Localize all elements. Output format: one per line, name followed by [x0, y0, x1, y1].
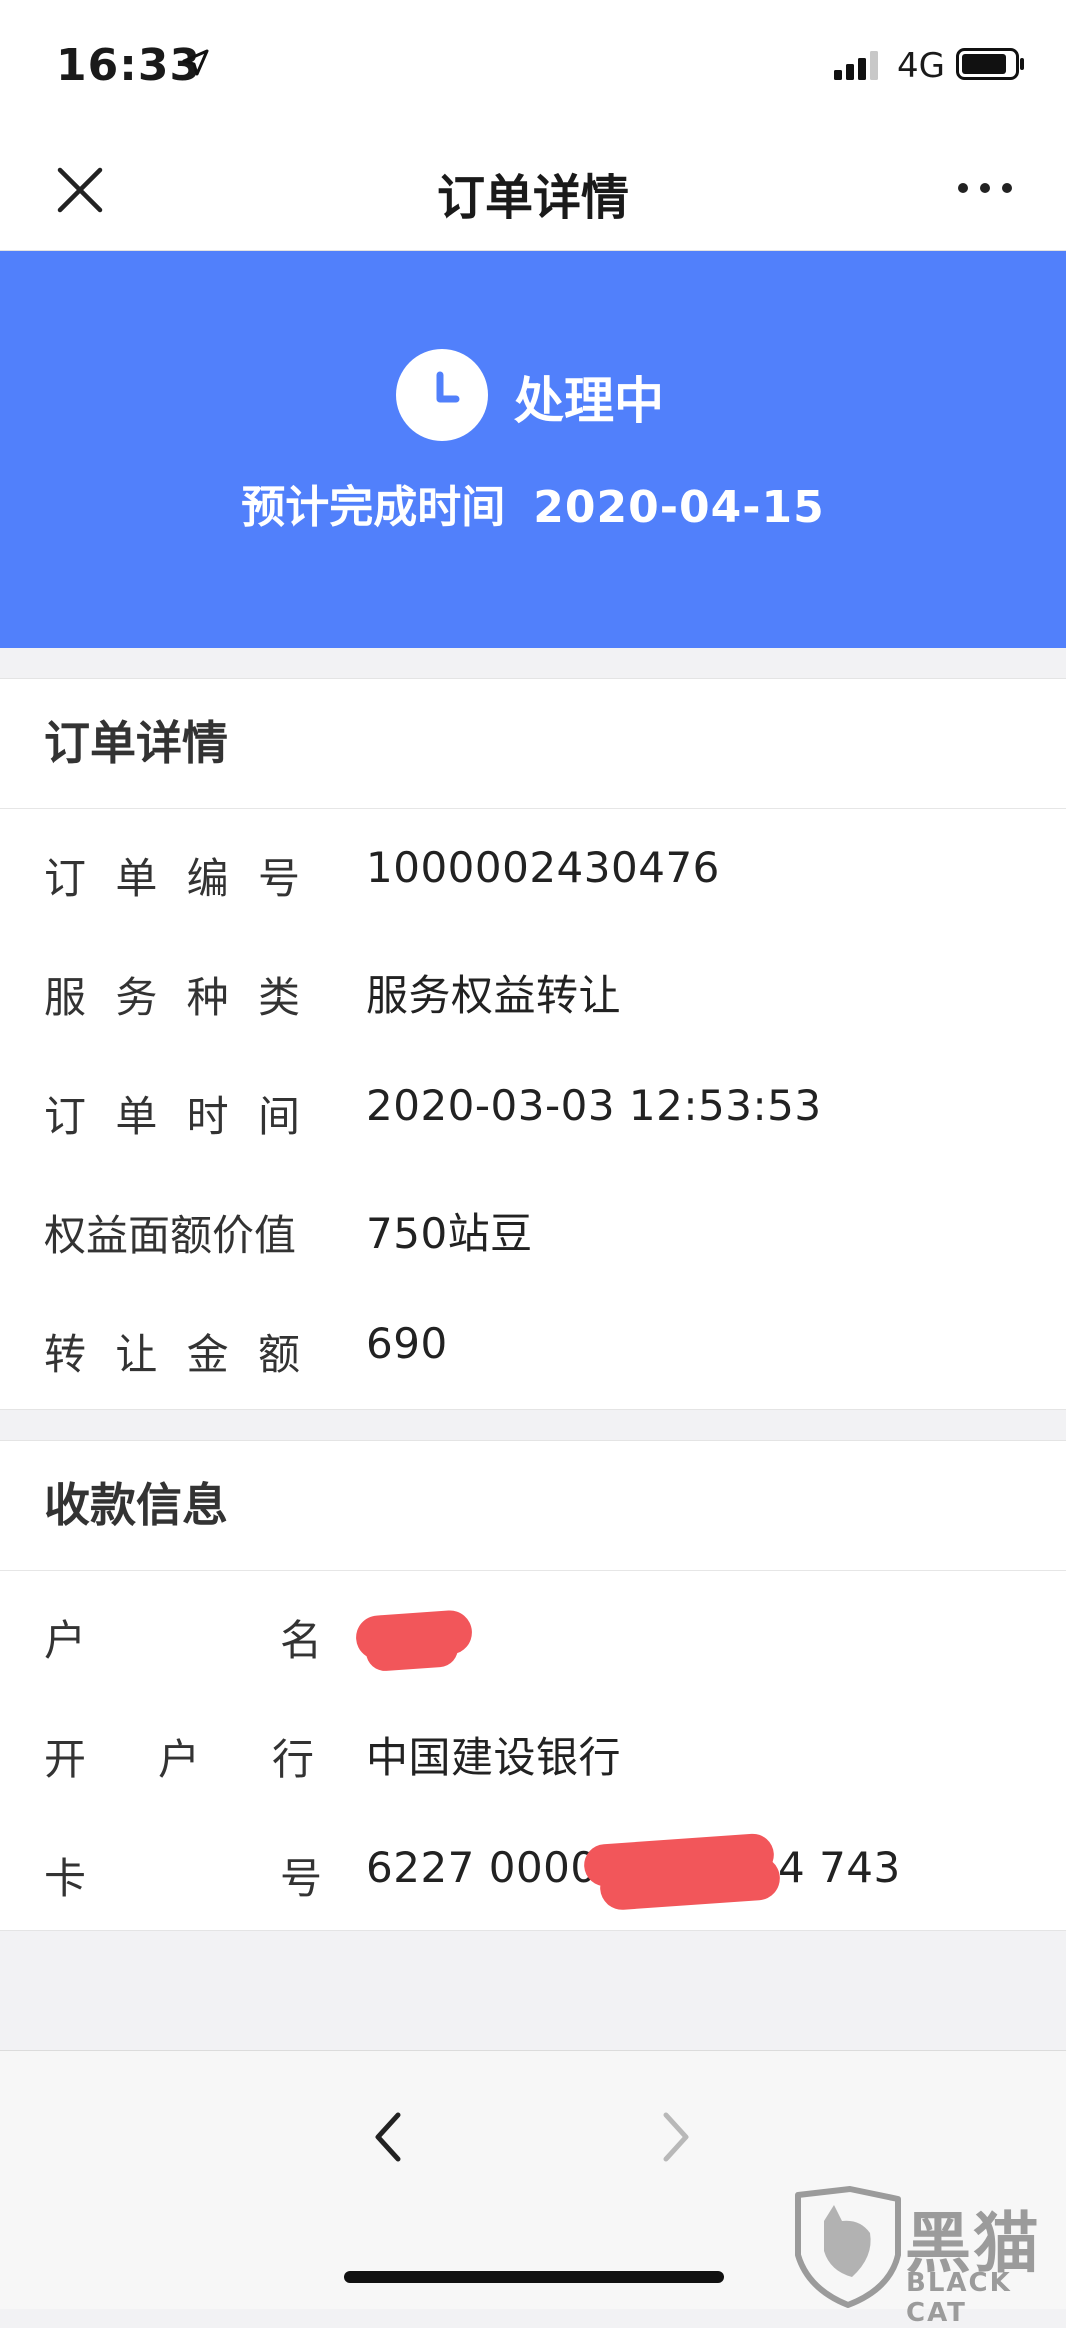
battery-icon: [956, 48, 1024, 80]
watermark-en: BLACK CAT: [906, 2268, 1012, 2328]
card-number-start: 6227 0000: [366, 1843, 598, 1892]
card-number-label: 卡 号: [44, 1854, 322, 1903]
clock-icon: [396, 349, 488, 441]
payee-info-title: 收款信息: [0, 1441, 1066, 1571]
bank-label: 开 户 行: [44, 1735, 314, 1784]
transfer-amount-row: 转 让 金 额 690: [0, 1285, 1066, 1404]
service-type-row: 服 务 种 类 服务权益转让: [0, 928, 1066, 1047]
transfer-amount-label: 转 让 金 额: [44, 1330, 300, 1379]
nav-bar: 订单详情: [0, 130, 1066, 251]
eta-label: 预计完成时间: [241, 482, 506, 533]
bank-value: 中国建设银行: [366, 1733, 622, 1782]
transfer-amount-value: 690: [366, 1319, 448, 1368]
service-type-label: 服 务 种 类: [44, 973, 300, 1022]
service-type-value: 服务权益转让: [366, 971, 622, 1020]
more-options-icon[interactable]: [955, 168, 1015, 208]
order-time-row: 订 单 时 间 2020-03-03 12:53:53: [0, 1047, 1066, 1166]
location-arrow-icon: [182, 49, 209, 76]
back-arrow-icon[interactable]: [368, 2107, 408, 2167]
bank-row: 开 户 行 中国建设银行: [0, 1690, 1066, 1809]
order-time-value: 2020-03-03 12:53:53: [366, 1081, 822, 1130]
card-number-end: 4 743: [778, 1843, 901, 1892]
redaction-mark: [364, 1627, 460, 1673]
order-number-label: 订 单 编 号: [44, 854, 300, 903]
order-status-banner: 处理中 预计完成时间 2020-04-15: [0, 251, 1066, 648]
order-details-card: 订单详情 订 单 编 号 1000002430476 服 务 种 类 服务权益转…: [0, 678, 1066, 1410]
order-details-title: 订单详情: [0, 679, 1066, 809]
estimated-completion: 预计完成时间 2020-04-15: [0, 471, 1066, 535]
home-indicator[interactable]: [344, 2271, 724, 2283]
card-number-row: 卡 号 6227 0000 4 743: [0, 1809, 1066, 1928]
order-status-text: 处理中: [514, 372, 664, 430]
payee-info-card: 收款信息 户 名 开 户 行 中国建设银行 卡 号 6227 0000 4 74…: [0, 1440, 1066, 1931]
face-value-label: 权益面额价值: [44, 1211, 297, 1260]
face-value-row: 权益面额价值 750站豆: [0, 1166, 1066, 1285]
order-number-value: 1000002430476: [366, 843, 720, 892]
order-time-label: 订 单 时 间: [44, 1092, 300, 1141]
eta-date: 2020-04-15: [533, 482, 825, 533]
order-number-row: 订 单 编 号 1000002430476: [0, 809, 1066, 928]
page-title: 订单详情: [436, 170, 629, 226]
signal-strength-icon: [834, 51, 878, 80]
status-bar: 16:33 4G: [0, 0, 1066, 130]
face-value-value: 750站豆: [366, 1209, 533, 1258]
card-number-value: 6227 0000: [366, 1843, 598, 1892]
account-name-row: 户 名: [0, 1571, 1066, 1690]
account-name-label: 户 名: [44, 1616, 322, 1665]
forward-arrow-icon[interactable]: [656, 2107, 696, 2167]
network-type: 4G: [897, 46, 945, 86]
